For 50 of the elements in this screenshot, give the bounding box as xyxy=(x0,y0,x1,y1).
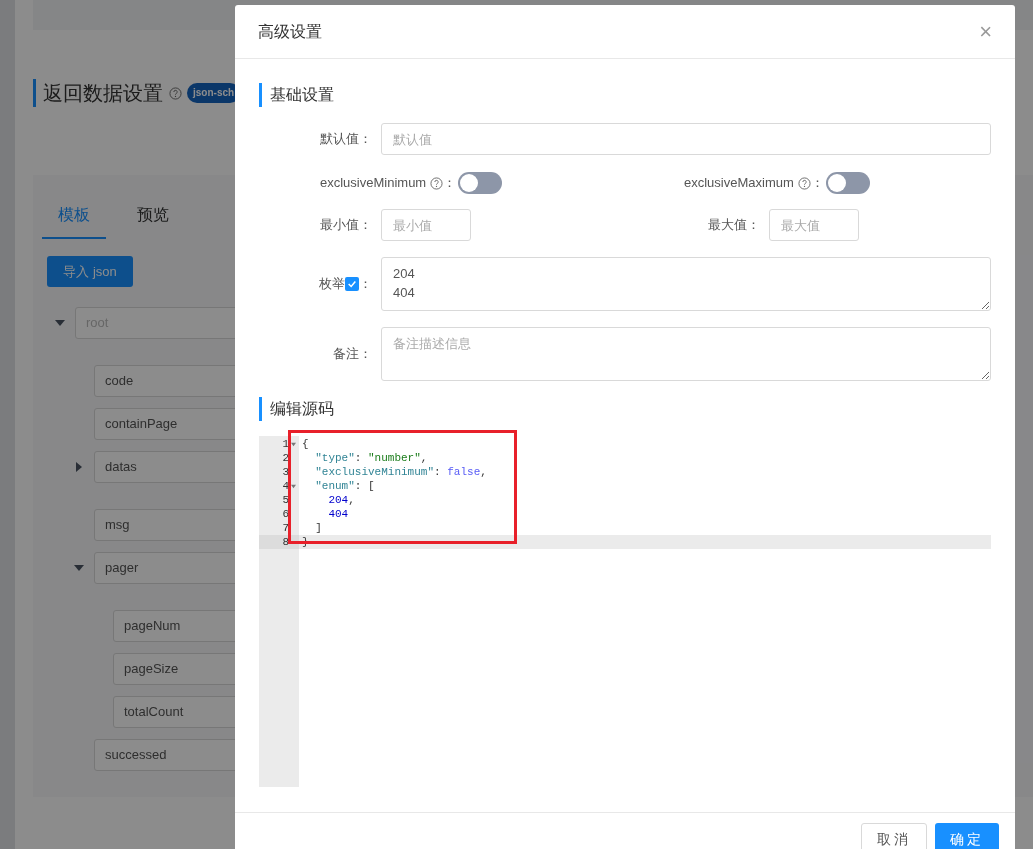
help-icon xyxy=(430,176,444,190)
help-icon xyxy=(169,86,182,100)
field-label: 最小值： xyxy=(320,216,372,235)
min-value-field[interactable]: 最小值 xyxy=(381,209,471,241)
enum-values-field[interactable]: 204 404 xyxy=(381,257,991,311)
section-heading: 编辑源码 xyxy=(270,399,334,419)
section-heading: 基础设置 xyxy=(270,85,334,105)
default-value-field[interactable]: 默认值 xyxy=(381,123,991,155)
confirm-button[interactable]: 确定 xyxy=(935,823,999,849)
fold-icon[interactable] xyxy=(290,441,296,447)
line-number: 3 xyxy=(282,465,289,479)
line-number: 5 xyxy=(282,493,289,507)
close-button[interactable]: × xyxy=(979,20,992,43)
help-icon xyxy=(797,176,811,190)
tab[interactable]: 预览 xyxy=(121,193,185,239)
code-line: "type": "number", xyxy=(314,451,429,465)
max-value-field[interactable]: 最大值 xyxy=(769,209,859,241)
toggle-switch[interactable] xyxy=(825,172,870,194)
remark-field[interactable]: 备注描述信息 xyxy=(381,327,991,381)
checkbox[interactable] xyxy=(345,277,359,291)
line-number: 7 xyxy=(282,521,289,535)
line-number: 2 xyxy=(282,451,289,465)
dialog-title: 高级设置 xyxy=(258,21,322,42)
field-label: 默认值： xyxy=(320,130,372,149)
line-number: 1 xyxy=(282,437,289,451)
line-number: 6 xyxy=(282,507,289,521)
caret-down-icon[interactable] xyxy=(55,318,65,328)
fold-icon[interactable] xyxy=(290,483,296,489)
toggle-switch[interactable] xyxy=(458,172,503,194)
cancel-button[interactable]: 取消 xyxy=(861,823,927,849)
code-line: 204, xyxy=(327,493,356,507)
colon-text: ： xyxy=(443,174,457,193)
field-label: 最大值： xyxy=(708,216,760,235)
code-line: ] xyxy=(314,521,323,535)
code-line: "exclusiveMinimum": false, xyxy=(314,465,488,479)
field-label: exclusiveMinimum xyxy=(320,174,427,193)
colon-text: ： xyxy=(810,174,824,193)
line-number: 8 xyxy=(282,535,289,549)
caret-down-icon[interactable] xyxy=(74,563,84,573)
code-line: { xyxy=(301,437,310,451)
field-label: 枚举 xyxy=(319,275,345,294)
field-label: 备注： xyxy=(333,345,372,364)
field-label: exclusiveMaximum xyxy=(684,174,794,193)
section-title: 返回数据设置 xyxy=(43,81,163,106)
caret-right-icon[interactable] xyxy=(74,462,84,472)
code-line: 404 xyxy=(327,507,350,521)
check-icon xyxy=(347,279,357,289)
import-json-button[interactable]: 导入 json xyxy=(47,256,133,287)
code-line: "enum": [ xyxy=(314,479,376,493)
colon-text: ： xyxy=(359,275,372,294)
